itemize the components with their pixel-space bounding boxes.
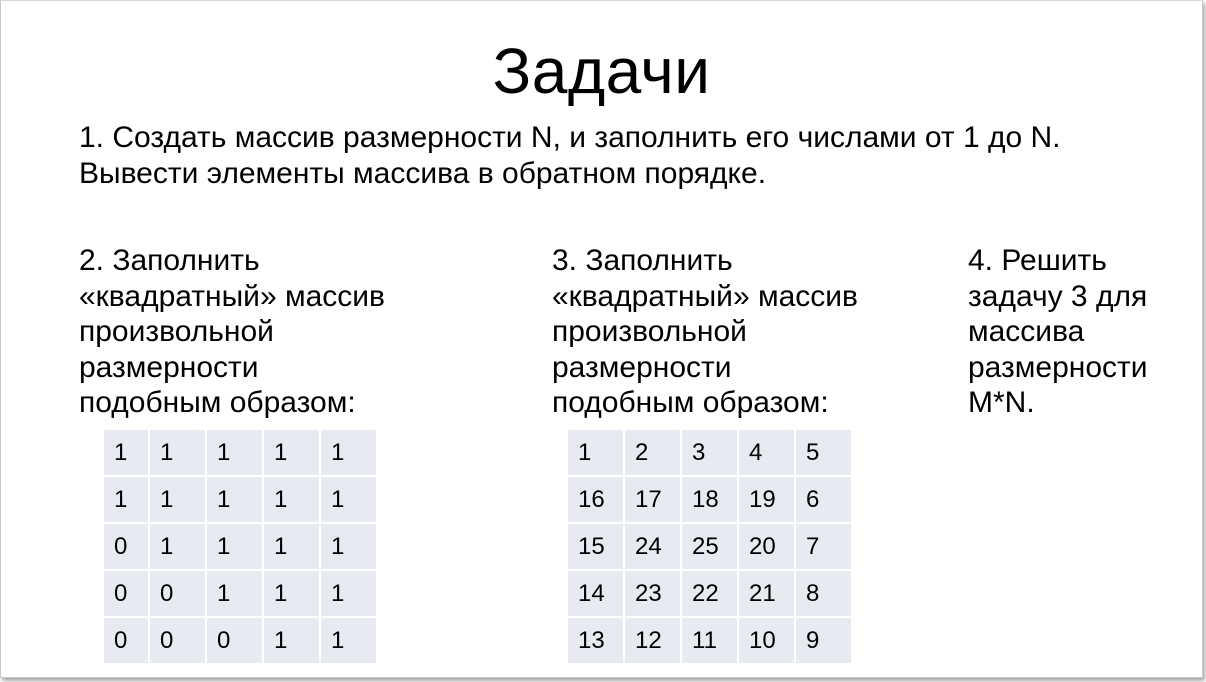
matrix-cell: 1: [321, 524, 376, 569]
task-2-matrix: 1 1 1 1 1 1 1 1 1 1 0 1 1 1 1 0 0 1 1 1 …: [102, 428, 378, 665]
task-4-line: массива: [968, 315, 1085, 348]
task-4-line: 4. Решить: [968, 244, 1107, 277]
matrix-row: 15 24 25 20 7: [568, 524, 851, 569]
matrix-cell: 24: [625, 524, 680, 569]
matrix-cell: 2: [625, 430, 680, 475]
matrix-cell: 1: [264, 618, 319, 663]
matrix-cell: 22: [682, 571, 737, 616]
matrix-row: 13 12 11 10 9: [568, 618, 851, 663]
matrix-cell: 18: [682, 477, 737, 522]
matrix-cell: 0: [104, 618, 148, 663]
matrix-cell: 4: [739, 430, 794, 475]
slide: Задачи 1. Создать массив размерности N, …: [0, 0, 1203, 678]
matrix-cell: 1: [321, 571, 376, 616]
task-1-line: Вывести элементы массива в обратном поря…: [79, 157, 767, 190]
task-3-matrix: 1 2 3 4 5 16 17 18 19 6 15 24 25 20 7 14…: [566, 428, 853, 665]
matrix-cell: 1: [207, 477, 262, 522]
task-3-line: произвольной: [552, 315, 747, 348]
task-4-line: M*N.: [968, 386, 1035, 419]
matrix-cell: 3: [682, 430, 737, 475]
task-2-line: произвольной: [79, 315, 274, 348]
matrix-cell: 9: [796, 618, 851, 663]
matrix-cell: 10: [739, 618, 794, 663]
matrix-cell: 17: [625, 477, 680, 522]
matrix-cell: 0: [150, 618, 205, 663]
matrix-row: 14 23 22 21 8: [568, 571, 851, 616]
matrix-row: 0 0 1 1 1: [104, 571, 376, 616]
task-3-line: 3. Заполнить: [552, 244, 733, 277]
task-2-line: размерности: [79, 350, 259, 384]
matrix-cell: 1: [150, 477, 205, 522]
matrix-cell: 1: [321, 430, 376, 475]
matrix-cell: 15: [568, 524, 623, 569]
matrix-cell: 12: [625, 618, 680, 663]
matrix-cell: 6: [796, 477, 851, 522]
matrix-cell: 1: [321, 477, 376, 522]
task-2-line: 2. Заполнить: [79, 244, 260, 277]
matrix-row: 16 17 18 19 6: [568, 477, 851, 522]
task-3-line: размерности: [552, 350, 732, 384]
matrix-cell: 21: [739, 571, 794, 616]
task-4-line: задачу 3 для: [968, 279, 1148, 313]
matrix-cell: 0: [150, 571, 205, 616]
matrix-cell: 1: [264, 524, 319, 569]
matrix-cell: 1: [264, 477, 319, 522]
matrix-cell: 5: [796, 430, 851, 475]
task-3: 3. Заполнить «квадратный» массив произво…: [552, 243, 858, 421]
matrix-cell: 0: [104, 571, 148, 616]
task-2-line: «квадратный» массив: [79, 279, 385, 313]
task-2-line: подобным образом:: [79, 386, 356, 419]
task-2: 2. Заполнить «квадратный» массив произво…: [79, 243, 385, 421]
matrix-row: 1 1 1 1 1: [104, 430, 376, 475]
matrix-cell: 0: [104, 524, 148, 569]
matrix-cell: 23: [625, 571, 680, 616]
matrix-cell: 25: [682, 524, 737, 569]
task-3-line: «квадратный» массив: [552, 279, 858, 313]
matrix-cell: 11: [682, 618, 737, 663]
matrix-cell: 14: [568, 571, 623, 616]
matrix-cell: 13: [568, 618, 623, 663]
task-1: 1. Создать массив размерности N, и запол…: [79, 120, 1189, 192]
matrix-cell: 7: [796, 524, 851, 569]
matrix-cell: 1: [568, 430, 623, 475]
matrix-row: 1 1 1 1 1: [104, 477, 376, 522]
matrix-cell: 1: [207, 524, 262, 569]
task-4-line: размерности: [968, 350, 1148, 384]
matrix-cell: 1: [207, 430, 262, 475]
slide-title: Задачи: [492, 35, 711, 107]
task-3-line: подобным образом:: [552, 386, 829, 419]
matrix-cell: 20: [739, 524, 794, 569]
task-1-line: 1. Создать массив размерности N, и запол…: [79, 121, 1061, 154]
matrix-cell: 0: [207, 618, 262, 663]
matrix-cell: 1: [207, 571, 262, 616]
matrix-cell: 19: [739, 477, 794, 522]
matrix-cell: 16: [568, 477, 623, 522]
matrix-cell: 1: [150, 430, 205, 475]
task-4: 4. Решить задачу 3 для массива размернос…: [968, 243, 1148, 421]
matrix-cell: 1: [264, 430, 319, 475]
matrix-cell: 8: [796, 571, 851, 616]
matrix-cell: 1: [104, 430, 148, 475]
matrix-cell: 1: [321, 618, 376, 663]
matrix-cell: 1: [264, 571, 319, 616]
matrix-row: 0 0 0 1 1: [104, 618, 376, 663]
matrix-cell: 1: [150, 524, 205, 569]
matrix-row: 0 1 1 1 1: [104, 524, 376, 569]
matrix-cell: 1: [104, 477, 148, 522]
matrix-row: 1 2 3 4 5: [568, 430, 851, 475]
